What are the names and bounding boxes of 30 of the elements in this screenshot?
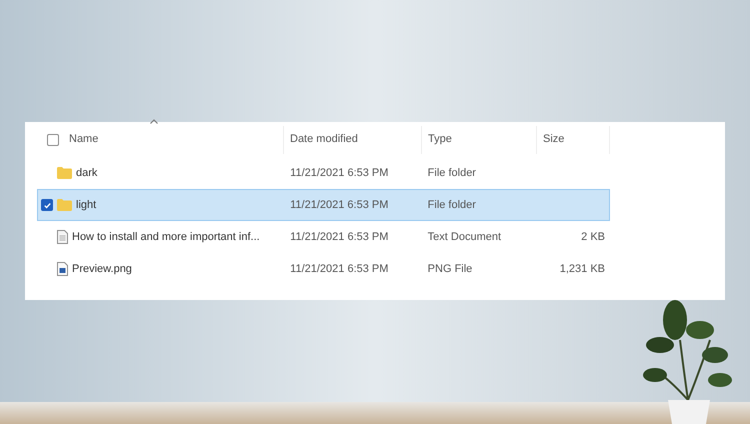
type-cell-text: File folder <box>426 198 477 213</box>
file-name: Preview.png <box>72 262 132 277</box>
date-cell-text: 11/21/2021 6:53 PM <box>289 230 390 245</box>
type-cell-text: Text Document <box>426 230 502 245</box>
file-name: dark <box>76 166 98 181</box>
date-cell-text: 11/21/2021 6:53 PM <box>289 198 390 213</box>
folder-icon <box>57 167 72 179</box>
document-icon <box>57 230 68 244</box>
image-file-icon <box>57 262 68 276</box>
folder-icon <box>57 199 72 211</box>
file-name: How to install and more important inf... <box>72 230 260 245</box>
checkmark-icon <box>42 200 52 210</box>
column-header[interactable]: Type <box>422 131 452 148</box>
date-cell-text: 11/21/2021 6:53 PM <box>289 262 390 277</box>
size-cell-text: 1,231 KB <box>558 262 606 277</box>
checkbox[interactable] <box>41 199 53 211</box>
column-header[interactable]: Size <box>537 131 564 148</box>
checkbox[interactable] <box>47 134 59 146</box>
file-row[interactable]: light 11/21/2021 6:53 PM File folder <box>37 189 610 221</box>
column-header[interactable]: Name <box>69 131 98 148</box>
type-cell-text: File folder <box>426 166 477 181</box>
file-row[interactable]: Preview.png 11/21/2021 6:53 PM PNG File 1,231 KB <box>37 253 610 285</box>
type-cell-text: PNG File <box>426 262 474 277</box>
file-row[interactable]: How to install and more important inf... 11/21/2021 6:53 PM Text Document 2 KB <box>37 221 610 253</box>
file-name: light <box>76 198 96 213</box>
date-cell-text: 11/21/2021 6:53 PM <box>289 166 390 181</box>
sort-caret-icon <box>150 119 158 124</box>
size-cell-text: 2 KB <box>580 230 606 245</box>
column-header[interactable]: Date modified <box>284 131 358 148</box>
file-row[interactable]: dark 11/21/2021 6:53 PM File folder <box>37 157 610 189</box>
